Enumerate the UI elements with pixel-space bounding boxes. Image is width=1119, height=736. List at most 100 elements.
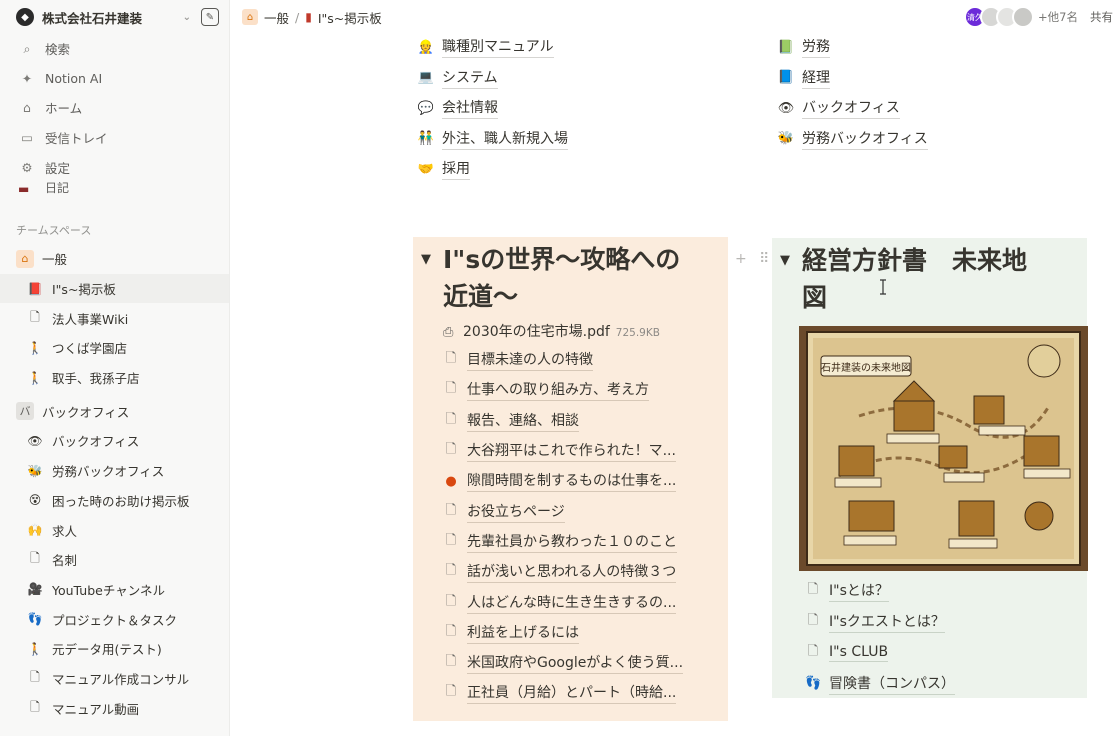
sidebar-page-item[interactable]: 📕 I"s~掲示板 xyxy=(0,273,229,304)
page-link[interactable]: 🗋 I"s CLUB xyxy=(772,637,1087,668)
sidebar-nav-item[interactable]: ✦ Notion AI xyxy=(0,64,229,94)
sidebar-page-label: マニュアル作成コンサル xyxy=(52,671,190,687)
sidebar-page-item[interactable]: 🎥 YouTubeチャンネル xyxy=(0,575,229,605)
page-icon: 🗋 xyxy=(30,699,40,714)
sidebar-page-label: バックオフィス xyxy=(52,434,140,450)
toggle-triangle-icon[interactable]: ▼ xyxy=(780,242,790,279)
page-icon: 😵 xyxy=(28,493,42,508)
page-link[interactable]: 🗋 報告、連絡、相談 xyxy=(413,406,728,436)
file-size: 725.9KB xyxy=(615,327,660,339)
sidebar-page-item[interactable]: 🗋 法人事業Wiki xyxy=(0,303,229,333)
search-icon: ⌕ xyxy=(23,40,31,56)
ai-sparkle-icon: ✦ xyxy=(21,70,33,86)
toggle-heading[interactable]: ▼ 経営方針書 未来地 図 xyxy=(772,238,1087,316)
others-count[interactable]: +他7名 xyxy=(1038,9,1078,25)
page-icon: 🎥 xyxy=(27,582,43,597)
sidebar-page-item[interactable]: 🐝 労務バックオフィス xyxy=(0,456,229,486)
page-icon: 🗋 xyxy=(445,532,457,548)
toggle-heading[interactable]: ▼ I"sの世界〜攻略への 近道〜 xyxy=(413,237,728,315)
page-link[interactable]: 🗋 利益を上げるには xyxy=(413,618,728,648)
toggle-triangle-icon[interactable]: ▼ xyxy=(421,241,431,278)
page-link-label: I"s CLUB xyxy=(829,643,889,662)
teamspace-general[interactable]: ⌂ 一般 xyxy=(0,244,229,274)
sidebar-page-item[interactable]: 😵 困った時のお助け掲示板 xyxy=(0,485,229,515)
sidebar: ◆ 株式会社石井建装 ⌄ ✎ ⌕ 検索 ✦ Notion AI ⌂ ホーム ▭ 受信トレイ ⚙ 設… xyxy=(0,0,230,736)
page-link[interactable]: 🗋 正社員（月給）とパート（時給... xyxy=(413,678,728,708)
sidebar-nav-item[interactable]: ⌕ 検索 xyxy=(0,34,229,64)
avatar[interactable] xyxy=(1012,6,1035,28)
map-banner-text: 石井建装の未来地図 xyxy=(821,361,911,374)
page-link-label: 目標未達の人の特徴 xyxy=(467,349,593,372)
new-page-icon[interactable]: ✎ xyxy=(201,8,219,26)
page-link[interactable]: 🗋 大谷翔平はこれで作られた！マ... xyxy=(413,436,728,466)
page-link[interactable]: 🤝 採用 xyxy=(416,158,470,180)
sidebar-page-item[interactable]: 🚶 元データ用(テスト) xyxy=(0,634,229,664)
sidebar-page-item[interactable]: 🚶 つくば学園店 xyxy=(0,333,229,363)
page-link[interactable]: 👁 バックオフィス xyxy=(776,97,900,119)
teamspace-backoffice[interactable]: バ バックオフィス xyxy=(0,396,229,426)
block-drag-handle-icon[interactable]: + ⠿ xyxy=(735,251,773,267)
sidebar-page-item[interactable]: 🗋 名刺 xyxy=(0,545,229,575)
sidebar-nav-label: 受信トレイ xyxy=(45,131,108,147)
page-icon: 🗋 xyxy=(30,551,40,566)
page-link[interactable]: 💻 システム xyxy=(416,67,498,89)
sidebar-page-label: 元データ用(テスト) xyxy=(52,642,162,658)
page-link[interactable]: 🗋 お役立ちページ xyxy=(413,496,728,526)
sidebar-page-label: マニュアル動画 xyxy=(52,701,140,717)
share-button[interactable]: 共有 xyxy=(1090,9,1113,25)
page-link[interactable]: 🗋 話が浅いと思われる人の特徴３つ xyxy=(413,557,728,587)
sidebar-nav-item[interactable]: ⚙ 設定 xyxy=(0,152,229,182)
page-link-label: 正社員（月給）とパート（時給... xyxy=(467,682,677,705)
page-link-label: I"sクエストとは？ xyxy=(829,611,945,633)
page-link[interactable]: 💬 会社情報 xyxy=(416,97,498,119)
page-link[interactable]: 📘 経理 xyxy=(776,67,830,89)
page-link[interactable]: 👬 外注、職人新規入場 xyxy=(416,128,568,150)
breadcrumb-general[interactable]: ⌂ 一般 xyxy=(242,8,289,27)
workspace-switcher[interactable]: ◆ 株式会社石井建装 ⌄ ✎ xyxy=(0,0,229,34)
page-icon: 🗋 xyxy=(445,623,457,639)
inbox-icon: ▭ xyxy=(21,130,33,146)
sidebar-nav-item[interactable]: ⌂ ホーム xyxy=(0,93,229,123)
page-link[interactable]: 🗋 I"sクエストとは？ xyxy=(772,606,1087,637)
sidebar-page-item[interactable]: 👁 バックオフィス xyxy=(0,426,229,456)
file-attachment[interactable]: ⎙ 2030年の住宅市場.pdf 725.9KB xyxy=(413,315,728,345)
sidebar-page-item[interactable]: 🗋 マニュアル動画 xyxy=(0,693,229,723)
page-link[interactable]: 🗋 人はどんな時に生き生きするの... xyxy=(413,587,728,617)
page-link[interactable]: 📗 労務 xyxy=(776,36,830,58)
page-icon: 🗋 xyxy=(30,309,40,324)
page-link[interactable]: 🗋 先輩社員から教わった１０のこと xyxy=(413,527,728,557)
pdf-file-icon: ⎙ xyxy=(443,325,454,340)
sidebar-page-item[interactable]: 🙌 求人 xyxy=(0,515,229,545)
page-link[interactable]: 👣 冒険書（コンパス） xyxy=(772,668,1087,699)
page-link[interactable]: 🐝 労務バックオフィス xyxy=(776,128,928,150)
treasure-map-image[interactable]: 石井建装の未来地図 xyxy=(799,326,1088,571)
sidebar-page-item[interactable]: 🚶 取手、我孫子店 xyxy=(0,363,229,393)
page-icon: 🙌 xyxy=(27,523,43,537)
page-link[interactable]: 🗋 目標未達の人の特徴 xyxy=(413,345,728,375)
sidebar-page-item[interactable]: 👣 プロジェクト＆タスク xyxy=(0,604,229,634)
page-link-label: I"sとは？ xyxy=(829,580,889,602)
chevron-down-icon[interactable]: ⌄ xyxy=(183,12,191,23)
sidebar-page-item[interactable]: 🗋 マニュアル作成コンサル xyxy=(0,664,229,694)
treasure-map-illustration: 石井建装の未来地図 xyxy=(799,326,1088,571)
page-link[interactable]: 👷 職種別マニュアル xyxy=(416,36,554,58)
page-link[interactable]: 🗋 米国政府やGoogleがよく使う質... xyxy=(413,648,728,678)
home-icon: ⌂ xyxy=(23,100,31,116)
page-link[interactable]: 🗋 仕事への取り組み方、考え方 xyxy=(413,375,728,405)
page-icon: 🗋 xyxy=(445,684,457,700)
sidebar-item-diary[interactable]: ▬ 日記 xyxy=(0,182,229,196)
page-icon: 🗋 xyxy=(445,442,457,458)
page-icon: 🗋 xyxy=(30,669,40,684)
page-icon: 👁 xyxy=(27,433,43,448)
breadcrumb-board[interactable]: ▮ I"s~掲示板 xyxy=(305,8,382,27)
sidebar-nav-label: 設定 xyxy=(45,160,71,176)
sidebar-nav-item[interactable]: ▭ 受信トレイ xyxy=(0,123,229,153)
workspace-logo-icon: ◆ xyxy=(16,8,34,26)
page-icon: 🗋 xyxy=(445,654,457,670)
sidebar-page-label: I"s~掲示板 xyxy=(52,282,116,297)
home-icon: ⌂ xyxy=(242,9,258,25)
page-link[interactable]: ● 隙間時間を制するものは仕事を... xyxy=(413,466,728,496)
page-link[interactable]: 🗋 I"sとは？ xyxy=(772,575,1087,606)
page-icon: 🤝 xyxy=(417,161,435,177)
red-book-icon: ▮ xyxy=(305,10,312,24)
